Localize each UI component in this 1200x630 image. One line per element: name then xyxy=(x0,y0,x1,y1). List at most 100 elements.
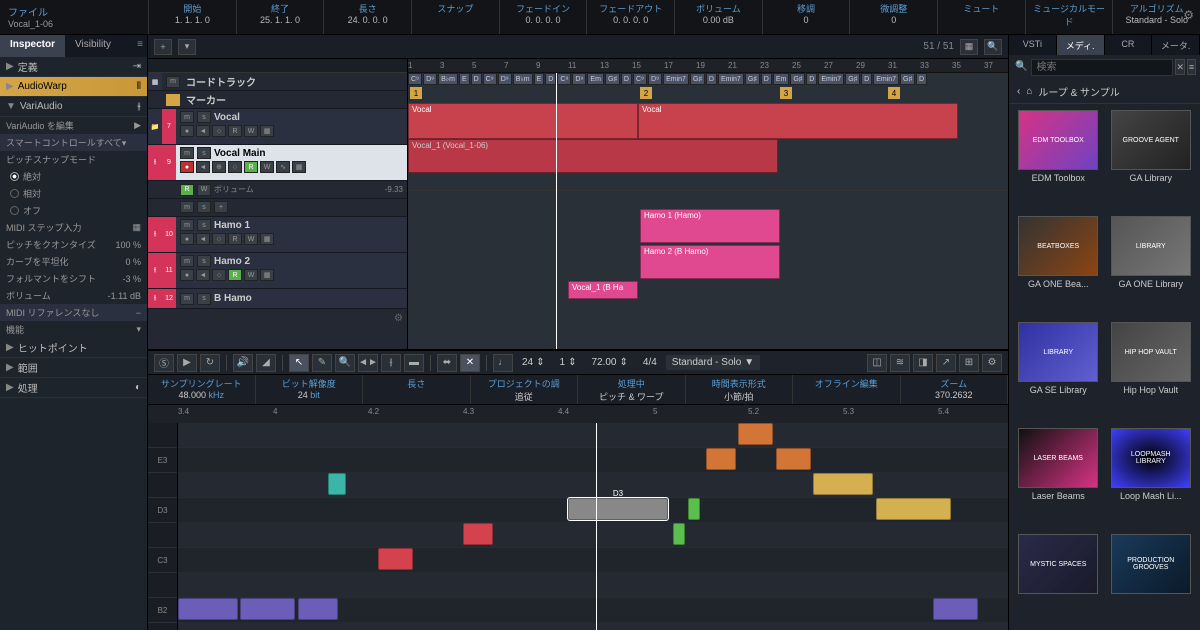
info-field[interactable]: 開始1. 1. 1. 0 xyxy=(148,0,236,34)
info-field[interactable]: 長さ24. 0. 0. 0 xyxy=(323,0,411,34)
search-icon[interactable]: 🔍 xyxy=(984,39,1002,55)
info-field[interactable]: フェードアウト0. 0. 0. 0 xyxy=(586,0,674,34)
info-field[interactable]: 終了25. 1. 1. 0 xyxy=(236,0,324,34)
variaudio-note[interactable] xyxy=(178,598,238,620)
media-item[interactable]: PRODUCTION GROOVES xyxy=(1108,534,1195,624)
inspector-variaudio[interactable]: ▼VariAudio⫳ xyxy=(0,97,147,117)
media-item[interactable]: LOOPMASH LIBRARYLoop Mash Li... xyxy=(1108,428,1195,528)
piano-key[interactable] xyxy=(148,473,177,498)
editor-info-cell[interactable]: プロジェクトの調追従 xyxy=(471,375,579,404)
piano-key[interactable]: E3 xyxy=(148,448,177,473)
rec-button[interactable]: ● xyxy=(180,125,194,137)
track-hamo2[interactable]: ⫲11 msHamo 2 ●◄○RW▦ xyxy=(148,253,407,289)
play-icon[interactable]: ▶ xyxy=(177,354,197,372)
midi-step-input[interactable]: MIDI ステップ入力▦ xyxy=(0,219,147,236)
chord-event[interactable]: D xyxy=(916,73,927,85)
smart-controls-dropdown[interactable]: スマートコントロールすべて▾ xyxy=(0,134,147,151)
tab-visibility[interactable]: Visibility xyxy=(65,35,121,57)
editor-playhead[interactable] xyxy=(596,423,597,630)
inspector-process[interactable]: ▶処理◐ xyxy=(0,378,147,398)
chord-event[interactable]: C⁹ xyxy=(483,73,497,85)
opt-absolute[interactable]: 絶対 xyxy=(0,168,147,185)
chord-event[interactable]: E xyxy=(534,73,545,85)
track-hamo1[interactable]: ⫲10 msHamo 1 ●◄○RW▦ xyxy=(148,217,407,253)
variaudio-note[interactable] xyxy=(706,448,736,470)
function-menu[interactable]: 機能▾ xyxy=(0,321,147,338)
media-tab[interactable]: CR xyxy=(1105,35,1153,55)
track-vocal[interactable]: 📁 7 msVocal ●◄○RW▦ xyxy=(148,109,407,145)
chord-event[interactable]: Emin7 xyxy=(873,73,899,85)
chord-event[interactable]: G♯ xyxy=(845,73,860,85)
track-handle[interactable]: ⫲ xyxy=(148,145,162,180)
chord-event[interactable]: C⁹ xyxy=(557,73,571,85)
chord-event[interactable]: D xyxy=(806,73,817,85)
track-vocal-main-selected[interactable]: ⫲ 9 msVocal Main ●◄⊕○RW∿▦ xyxy=(148,145,407,181)
mute-button[interactable]: m xyxy=(166,76,180,88)
chord-event[interactable]: D xyxy=(621,73,632,85)
chord-event[interactable]: G♯ xyxy=(790,73,805,85)
chord-event[interactable]: G♯ xyxy=(745,73,760,85)
variaudio-note[interactable] xyxy=(240,598,295,620)
dropdown-button[interactable]: ▾ xyxy=(178,39,196,55)
gear-icon[interactable]: ⚙ xyxy=(1183,8,1194,22)
inspector-definition[interactable]: ▶定義⇥ xyxy=(0,57,147,77)
chord-event[interactable]: B♭m xyxy=(438,73,458,85)
chord-event[interactable]: D xyxy=(761,73,772,85)
chord-event[interactable]: D⁹ xyxy=(572,73,586,85)
opt-relative[interactable]: 相対 xyxy=(0,185,147,202)
chord-event[interactable]: E xyxy=(459,73,470,85)
arrow-tool-icon[interactable]: ↖ xyxy=(289,354,309,372)
variaudio-edit[interactable]: VariAudio を編集▶ xyxy=(0,117,147,134)
chord-event[interactable]: Em xyxy=(773,73,790,85)
chord-event[interactable]: C⁹ xyxy=(633,73,647,85)
track-settings-icon[interactable]: ⚙ xyxy=(148,309,407,328)
variaudio-note[interactable] xyxy=(378,548,413,570)
chord-event[interactable]: D⁹ xyxy=(423,73,437,85)
open-new-window-icon[interactable]: ↗ xyxy=(936,354,956,372)
clear-search-icon[interactable]: ✕ xyxy=(1175,59,1185,75)
tab-inspector[interactable]: Inspector xyxy=(0,35,65,57)
variaudio-note[interactable] xyxy=(933,598,978,620)
media-tab[interactable]: メータ. xyxy=(1152,35,1200,55)
chord-event[interactable]: C⁹ xyxy=(408,73,422,85)
window-layout-3[interactable]: ◨ xyxy=(913,354,933,372)
solo-editor-icon[interactable]: Ⓢ xyxy=(154,354,174,372)
clip-vocal-main[interactable]: Vocal_1 (Vocal_1-06) xyxy=(408,139,778,173)
inspector-hitpoint[interactable]: ▶ヒットポイント xyxy=(0,338,147,358)
inspector-range[interactable]: ▶範囲 xyxy=(0,358,147,378)
piano-key[interactable] xyxy=(148,523,177,548)
info-field[interactable]: ボリューム0.00 dB xyxy=(674,0,762,34)
media-item[interactable]: LASER BEAMSLaser Beams xyxy=(1015,428,1102,528)
editor-info-cell[interactable]: ビット解像度24 bit xyxy=(256,375,364,404)
variaudio-note[interactable] xyxy=(328,473,346,495)
variaudio-note[interactable] xyxy=(673,523,685,545)
loop-icon[interactable]: ↻ xyxy=(200,354,220,372)
marker-2[interactable]: 2 xyxy=(640,87,652,99)
variaudio-note[interactable] xyxy=(813,473,873,495)
clip-bhamo[interactable]: Vocal_1 (B Ha xyxy=(568,281,638,299)
variaudio-note[interactable] xyxy=(463,523,493,545)
marker-3[interactable]: 3 xyxy=(780,87,792,99)
media-item[interactable]: HIP HOP VAULTHip Hop Vault xyxy=(1108,322,1195,422)
piano-key[interactable]: B2 xyxy=(148,598,177,623)
clip-hamo2[interactable]: Hamo 2 (B Hamo) xyxy=(640,245,780,279)
clip-vocal-2[interactable]: Vocal xyxy=(638,103,958,139)
editor-info-cell[interactable]: オフライン編集 xyxy=(793,375,901,404)
editor-gear-icon[interactable]: ⚙ xyxy=(982,354,1002,372)
filter-icon[interactable]: ≡ xyxy=(1187,59,1196,75)
folder-icon[interactable]: ▦ xyxy=(148,73,162,90)
chord-event[interactable]: Emin7 xyxy=(818,73,844,85)
editor-info-cell[interactable]: 長さ xyxy=(363,375,471,404)
media-search-input[interactable] xyxy=(1031,59,1173,76)
variaudio-note[interactable] xyxy=(738,423,773,445)
media-item[interactable]: EDM TOOLBOXEDM Toolbox xyxy=(1015,110,1102,210)
comp-tool-icon[interactable]: ▬ xyxy=(404,354,424,372)
chord-event[interactable]: Em xyxy=(587,73,604,85)
chord-event[interactable]: D⁹ xyxy=(498,73,512,85)
playhead[interactable] xyxy=(556,73,557,349)
media-item[interactable]: GROOVE AGENTGA Library xyxy=(1108,110,1195,210)
warp-tool-icon[interactable]: ⫲ xyxy=(381,354,401,372)
speaker-level-icon[interactable]: ◢ xyxy=(256,354,276,372)
arrangement-timeline[interactable]: 135791113151719212325272931333537 C⁹D⁹B♭… xyxy=(408,59,1008,349)
variaudio-canvas[interactable]: E3D3C3B2 D3 xyxy=(148,423,1008,630)
